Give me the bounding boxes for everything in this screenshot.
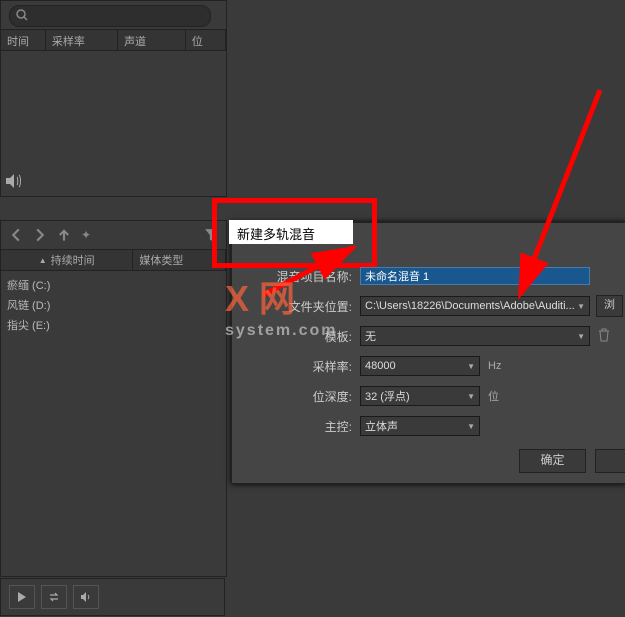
- ok-button[interactable]: 确定: [519, 449, 586, 473]
- filter-icon[interactable]: [204, 228, 218, 242]
- trash-icon[interactable]: [598, 328, 610, 345]
- col-sample-rate[interactable]: 采样率: [46, 30, 118, 50]
- chevron-down-icon: ▼: [467, 392, 475, 401]
- col-time[interactable]: 时间: [1, 30, 46, 50]
- bitdepth-select[interactable]: 32 (浮点)▼: [360, 386, 480, 406]
- up-icon[interactable]: [57, 228, 71, 242]
- file-list: 瘀缅 (C:) 风链 (D:) 指尖 (E:): [1, 271, 226, 339]
- bitdepth-label: 位深度:: [232, 388, 360, 405]
- col-bit[interactable]: 位: [186, 30, 226, 50]
- list-item[interactable]: 瘀缅 (C:): [7, 275, 220, 295]
- name-label: 混音项目名称:: [232, 268, 360, 285]
- browse-button[interactable]: 浏: [596, 295, 623, 317]
- chevron-down-icon: ▼: [577, 302, 585, 311]
- top-panel: 时间 采样率 声道 位: [0, 0, 227, 197]
- search-input[interactable]: [9, 5, 211, 27]
- samplerate-label: 采样率:: [232, 358, 360, 375]
- chevron-down-icon: ▼: [467, 362, 475, 371]
- chevron-right-icon[interactable]: [33, 228, 47, 242]
- master-select[interactable]: 立体声▼: [360, 416, 480, 436]
- list-item[interactable]: 风链 (D:): [7, 295, 220, 315]
- col-duration[interactable]: ▲持续时间: [1, 250, 133, 270]
- session-name-input[interactable]: [360, 267, 590, 285]
- folder-select[interactable]: C:\Users\18226\Documents\Adobe\Auditi...…: [360, 296, 590, 316]
- chevron-down-icon: ▼: [467, 422, 475, 431]
- chevron-left-icon[interactable]: [9, 228, 23, 242]
- mute-button[interactable]: [73, 585, 99, 609]
- sound-icon[interactable]: [5, 173, 23, 192]
- table-header: 时间 采样率 声道 位: [1, 29, 226, 51]
- samplerate-select[interactable]: 48000▼: [360, 356, 480, 376]
- hz-unit: Hz: [480, 360, 501, 372]
- files-toolbar: ✦: [1, 221, 226, 250]
- new-multitrack-dialog: 新建多轨混音 混音项目名称: 文件夹位置: C:\Users\18226\Doc…: [231, 222, 625, 484]
- chevron-down-icon: ▼: [577, 332, 585, 341]
- files-header: ▲持续时间 媒体类型: [1, 250, 226, 271]
- template-label: 模板:: [232, 328, 360, 345]
- loop-button[interactable]: [41, 585, 67, 609]
- bit-unit: 位: [480, 388, 499, 404]
- col-media-type[interactable]: 媒体类型: [133, 250, 226, 270]
- files-panel: ✦ ▲持续时间 媒体类型 瘀缅 (C:) 风链 (D:) 指尖 (E:): [0, 220, 227, 577]
- cancel-button-partial[interactable]: [595, 449, 625, 473]
- play-button[interactable]: [9, 585, 35, 609]
- master-label: 主控:: [232, 418, 360, 435]
- template-select[interactable]: 无▼: [360, 326, 590, 346]
- list-item[interactable]: 指尖 (E:): [7, 315, 220, 335]
- search-icon: [16, 9, 28, 21]
- dialog-title: 新建多轨混音: [229, 220, 353, 244]
- transport-panel: [0, 578, 225, 616]
- folder-label: 文件夹位置:: [232, 298, 360, 315]
- col-channel[interactable]: 声道: [118, 30, 186, 50]
